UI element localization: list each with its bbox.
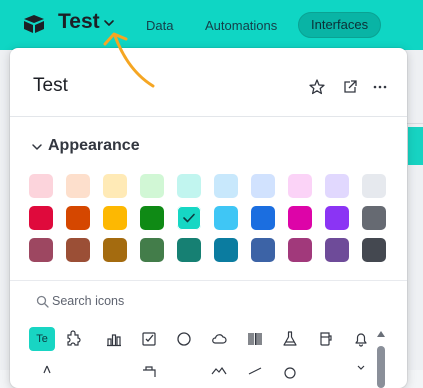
color-swatch[interactable] — [103, 174, 127, 198]
base-title[interactable]: Test — [58, 10, 100, 34]
section-divider — [10, 280, 407, 281]
tab-automations[interactable]: Automations — [193, 14, 289, 38]
color-swatch[interactable] — [29, 174, 53, 198]
color-swatch[interactable] — [103, 206, 127, 230]
row2-icon-3[interactable] — [208, 360, 230, 382]
icon-option-selected[interactable]: Te — [29, 327, 55, 351]
color-swatch[interactable] — [29, 238, 53, 262]
color-swatch[interactable] — [66, 238, 90, 262]
color-swatch[interactable] — [103, 238, 127, 262]
color-swatch[interactable] — [288, 206, 312, 230]
puzzle-icon[interactable] — [62, 328, 84, 350]
color-swatch[interactable] — [29, 206, 53, 230]
appearance-section-title[interactable]: Appearance — [48, 137, 140, 155]
color-swatch[interactable] — [251, 206, 275, 230]
row2-icon-4[interactable] — [244, 360, 266, 382]
color-swatch[interactable] — [251, 174, 275, 198]
scroll-up-arrow-icon[interactable] — [376, 329, 386, 339]
color-swatch[interactable] — [288, 174, 312, 198]
scrollbar-thumb[interactable] — [377, 346, 385, 388]
color-swatch[interactable] — [66, 206, 90, 230]
color-swatch[interactable] — [66, 174, 90, 198]
color-swatch[interactable] — [325, 238, 349, 262]
color-swatch-selected[interactable] — [177, 206, 201, 230]
flask-icon[interactable] — [279, 328, 301, 350]
background-panel-left — [0, 50, 10, 370]
color-swatch[interactable] — [214, 206, 238, 230]
cloud-icon[interactable] — [208, 328, 230, 350]
topbar: Test Data Automations Interfaces — [0, 0, 423, 50]
open-external-icon[interactable] — [341, 78, 359, 96]
color-swatch[interactable] — [177, 238, 201, 262]
color-swatch[interactable] — [140, 174, 164, 198]
circle-icon[interactable] — [173, 328, 195, 350]
bar-chart-icon[interactable] — [103, 328, 125, 350]
color-swatch[interactable] — [362, 174, 386, 198]
color-swatch[interactable] — [214, 238, 238, 262]
popover-title[interactable]: Test — [33, 75, 68, 97]
color-swatch[interactable] — [325, 206, 349, 230]
color-swatch[interactable] — [177, 174, 201, 198]
color-swatch[interactable] — [288, 238, 312, 262]
search-icon — [36, 295, 49, 308]
color-swatch[interactable] — [140, 206, 164, 230]
row2-icon-2[interactable] — [138, 360, 160, 382]
more-icon[interactable] — [371, 78, 389, 96]
checkbox-icon[interactable] — [138, 328, 160, 350]
header-divider — [10, 116, 407, 117]
chevron-down-icon[interactable] — [102, 16, 116, 30]
row2-icon-1[interactable] — [36, 360, 58, 382]
color-swatch[interactable] — [362, 238, 386, 262]
check-icon — [183, 213, 195, 223]
color-swatch[interactable] — [251, 238, 275, 262]
bell-icon[interactable] — [350, 328, 372, 350]
row2-icon-6[interactable] — [350, 360, 372, 382]
base-popover: Test Appearance Te — [10, 48, 407, 388]
color-swatch[interactable] — [140, 238, 164, 262]
background-accent-block — [408, 127, 423, 165]
chevron-down-icon[interactable] — [31, 141, 43, 153]
cup-icon[interactable] — [315, 328, 337, 350]
color-swatch[interactable] — [325, 174, 349, 198]
barcode-icon[interactable] — [244, 328, 266, 350]
row2-icon-5[interactable] — [279, 360, 301, 382]
color-swatch[interactable] — [214, 174, 238, 198]
cube-icon[interactable] — [23, 14, 45, 34]
color-swatch[interactable] — [362, 206, 386, 230]
tab-data[interactable]: Data — [134, 14, 185, 38]
star-icon[interactable] — [308, 78, 326, 96]
icon-search-input[interactable] — [52, 291, 352, 311]
tab-interfaces[interactable]: Interfaces — [298, 12, 382, 38]
